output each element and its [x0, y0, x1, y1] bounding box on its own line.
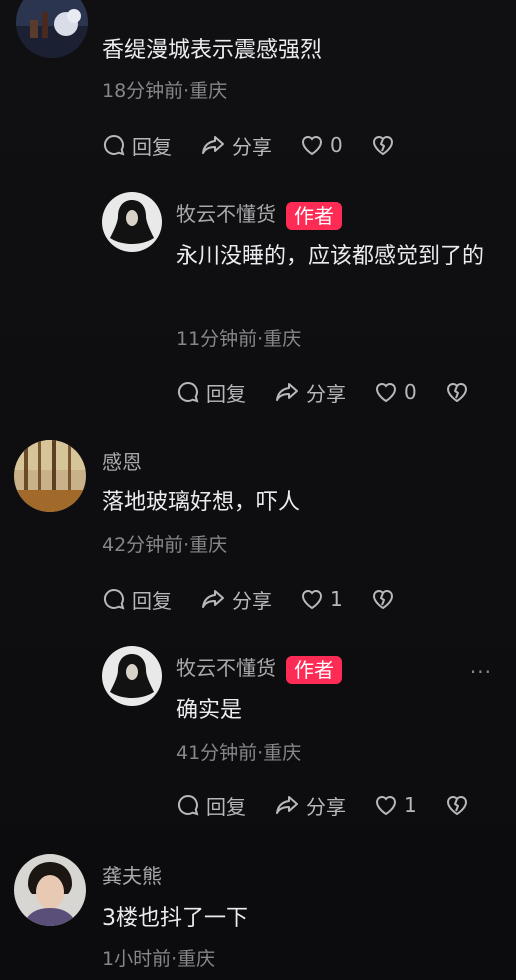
username[interactable]: 感恩: [102, 446, 142, 475]
share-arrow-icon: [202, 136, 224, 154]
reply-label: 回复: [206, 381, 246, 406]
avatar[interactable]: [14, 854, 86, 926]
like-button[interactable]: 0: [300, 133, 343, 157]
username[interactable]: 牧云不懂货 作者: [176, 198, 342, 230]
like-button[interactable]: 1: [374, 793, 417, 817]
share-label: 分享: [232, 134, 272, 159]
speech-bubble-icon: [103, 134, 125, 156]
comment-meta: 41分钟前·重庆: [176, 742, 302, 764]
broken-heart-icon: [446, 383, 467, 402]
dislike-button[interactable]: [371, 588, 395, 610]
like-button[interactable]: 0: [374, 380, 417, 404]
reply-label: 回复: [132, 588, 172, 613]
avatar[interactable]: [102, 192, 162, 252]
comment-actions: 回复 分享 1: [176, 788, 497, 822]
heart-icon: [375, 383, 397, 403]
author-badge: 作者: [286, 201, 342, 230]
like-count: 0: [330, 133, 343, 157]
share-button[interactable]: 分享: [200, 131, 272, 160]
comment-list[interactable]: 香缇漫城表示震感强烈 18分钟前·重庆 回复 分享 0 牧云不懂货 作者 永川没…: [0, 0, 516, 980]
author-badge: 作者: [286, 655, 342, 684]
avatar[interactable]: [102, 646, 162, 706]
share-arrow-icon: [276, 796, 298, 814]
comment-text: 落地玻璃好想，吓人: [102, 490, 301, 515]
broken-heart-icon: [372, 136, 393, 155]
avatar[interactable]: [14, 440, 86, 512]
reply-button[interactable]: 回复: [102, 131, 172, 160]
avatar[interactable]: [16, 0, 88, 58]
broken-heart-icon: [372, 590, 393, 609]
comment-text: 3楼也抖了一下: [102, 906, 248, 931]
comment-meta: 42分钟前·重庆: [102, 534, 228, 556]
comment-text: 确实是: [176, 698, 243, 723]
speech-bubble-icon: [177, 794, 199, 816]
speech-bubble-icon: [177, 381, 199, 403]
more-dots-icon[interactable]: ···: [470, 660, 492, 684]
like-count: 1: [330, 587, 343, 611]
heart-icon: [301, 136, 323, 156]
comment-actions: 回复 分享 0: [102, 128, 423, 162]
reply-button[interactable]: 回复: [176, 791, 246, 820]
comment-actions: 回复 分享 1: [102, 582, 423, 616]
dislike-button[interactable]: [371, 134, 395, 156]
share-arrow-icon: [202, 590, 224, 608]
username-text: 牧云不懂货: [176, 656, 276, 680]
share-label: 分享: [232, 588, 272, 613]
comment-text: 永川没睡的，应该都感觉到了的: [176, 244, 485, 269]
reply-button[interactable]: 回复: [176, 378, 246, 407]
username-text: 牧云不懂货: [176, 202, 276, 226]
share-button[interactable]: 分享: [274, 791, 346, 820]
broken-heart-icon: [446, 796, 467, 815]
share-label: 分享: [306, 381, 346, 406]
share-button[interactable]: 分享: [274, 378, 346, 407]
share-arrow-icon: [276, 383, 298, 401]
reply-label: 回复: [206, 794, 246, 819]
like-count: 1: [404, 793, 417, 817]
reply-label: 回复: [132, 134, 172, 159]
share-label: 分享: [306, 794, 346, 819]
comment-meta: 11分钟前·重庆: [176, 328, 302, 350]
speech-bubble-icon: [103, 588, 125, 610]
share-button[interactable]: 分享: [200, 585, 272, 614]
like-count: 0: [404, 380, 417, 404]
reply-button[interactable]: 回复: [102, 585, 172, 614]
comment-text: 香缇漫城表示震感强烈: [102, 38, 323, 63]
username[interactable]: 龚夫熊: [102, 860, 162, 889]
dislike-button[interactable]: [445, 794, 469, 816]
comment-actions: 回复 分享 0: [176, 375, 497, 409]
comment-meta: 18分钟前·重庆: [102, 80, 228, 102]
dislike-button[interactable]: [445, 381, 469, 403]
like-button[interactable]: 1: [300, 587, 343, 611]
username[interactable]: 牧云不懂货 作者: [176, 652, 342, 684]
comment-meta: 1小时前·重庆: [102, 948, 216, 970]
heart-icon: [301, 590, 323, 610]
heart-icon: [375, 796, 397, 816]
